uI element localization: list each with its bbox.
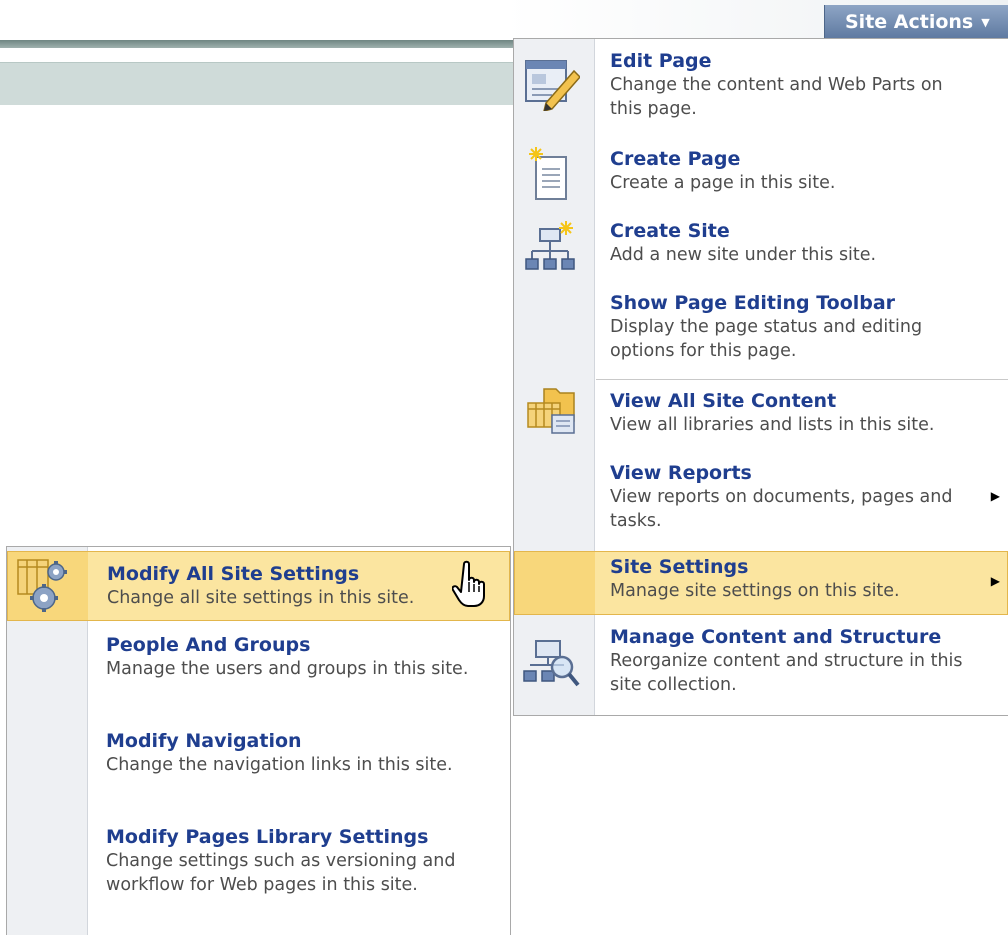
menu-item-description: Manage site settings on this site. — [610, 581, 900, 601]
menu-item-title: Create Site — [610, 220, 730, 242]
menu-item-show-page-editing-toolbar[interactable]: Show Page Editing Toolbar Display the pa… — [514, 289, 1008, 375]
site-settings-gear-icon — [14, 556, 72, 612]
create-site-icon — [522, 221, 580, 273]
menu-item-manage-content-and-structure[interactable]: Manage Content and Structure Reorganize … — [514, 623, 1008, 709]
menu-separator — [596, 379, 1008, 380]
create-page-icon — [522, 147, 580, 200]
highlight-gutter — [515, 552, 595, 614]
submenu-item-title: People And Groups — [106, 634, 311, 656]
submenu-item-title: Modify Navigation — [106, 730, 302, 752]
menu-item-description: View all libraries and lists in this sit… — [610, 415, 935, 435]
menu-item-description: Add a new site under this site. — [610, 245, 877, 265]
site-actions-menu: Edit Page Change the content and Web Par… — [513, 38, 1008, 716]
submenu-item-description: Change the navigation links in this site… — [106, 755, 453, 775]
menu-item-description: Change the content and Web Parts on this… — [610, 75, 943, 119]
edit-page-icon — [522, 55, 582, 113]
menu-item-title: Create Page — [610, 148, 741, 170]
submenu-item-modify-pages-library-settings[interactable]: Modify Pages Library Settings Change set… — [7, 825, 510, 933]
site-settings-submenu: Modify All Site Settings Change all site… — [6, 546, 511, 935]
view-all-content-icon — [522, 385, 580, 437]
site-actions-label: Site Actions — [845, 10, 974, 33]
hand-cursor-icon — [451, 560, 492, 608]
submenu-item-modify-navigation[interactable]: Modify Navigation Change the navigation … — [7, 729, 510, 815]
menu-item-description: Display the page status and editing opti… — [610, 317, 923, 361]
menu-item-view-reports[interactable]: View Reports View reports on documents, … — [514, 459, 1008, 545]
site-actions-button[interactable]: Site Actions ▼ — [824, 5, 1008, 38]
menu-item-title: Edit Page — [610, 50, 712, 72]
submenu-arrow-icon: ▶ — [990, 574, 1000, 588]
menu-item-description: Reorganize content and structure in this… — [610, 651, 963, 695]
page-nav-band — [0, 62, 520, 105]
submenu-arrow-icon: ▶ — [990, 489, 1000, 503]
menu-item-title: Manage Content and Structure — [610, 626, 942, 648]
menu-item-title: Show Page Editing Toolbar — [610, 292, 896, 314]
submenu-item-people-and-groups[interactable]: People And Groups Manage the users and g… — [7, 633, 510, 719]
submenu-item-modify-all-site-settings[interactable]: Modify All Site Settings Change all site… — [7, 551, 510, 621]
menu-item-create-page[interactable]: Create Page Create a page in this site. — [514, 145, 1008, 207]
menu-item-create-site[interactable]: Create Site Add a new site under this si… — [514, 217, 1008, 279]
submenu-item-description: Change all site settings in this site. — [107, 588, 415, 608]
manage-content-icon — [522, 637, 580, 689]
menu-item-description: View reports on documents, pages and tas… — [610, 487, 953, 531]
menu-item-title: View All Site Content — [610, 390, 837, 412]
menu-item-site-settings[interactable]: Site Settings Manage site settings on th… — [514, 551, 1008, 615]
menu-item-view-all-site-content[interactable]: View All Site Content View all libraries… — [514, 387, 1008, 449]
submenu-item-description: Change settings such as versioning and w… — [106, 851, 456, 895]
menu-item-description: Create a page in this site. — [610, 173, 836, 193]
chevron-down-icon: ▼ — [981, 16, 990, 29]
menu-item-title: View Reports — [610, 462, 752, 484]
menu-item-title: Site Settings — [610, 556, 749, 578]
submenu-item-title: Modify All Site Settings — [107, 563, 360, 585]
menu-item-edit-page[interactable]: Edit Page Change the content and Web Par… — [514, 47, 1008, 133]
submenu-item-description: Manage the users and groups in this site… — [106, 659, 469, 679]
submenu-item-title: Modify Pages Library Settings — [106, 826, 429, 848]
page-header-band — [0, 40, 520, 48]
